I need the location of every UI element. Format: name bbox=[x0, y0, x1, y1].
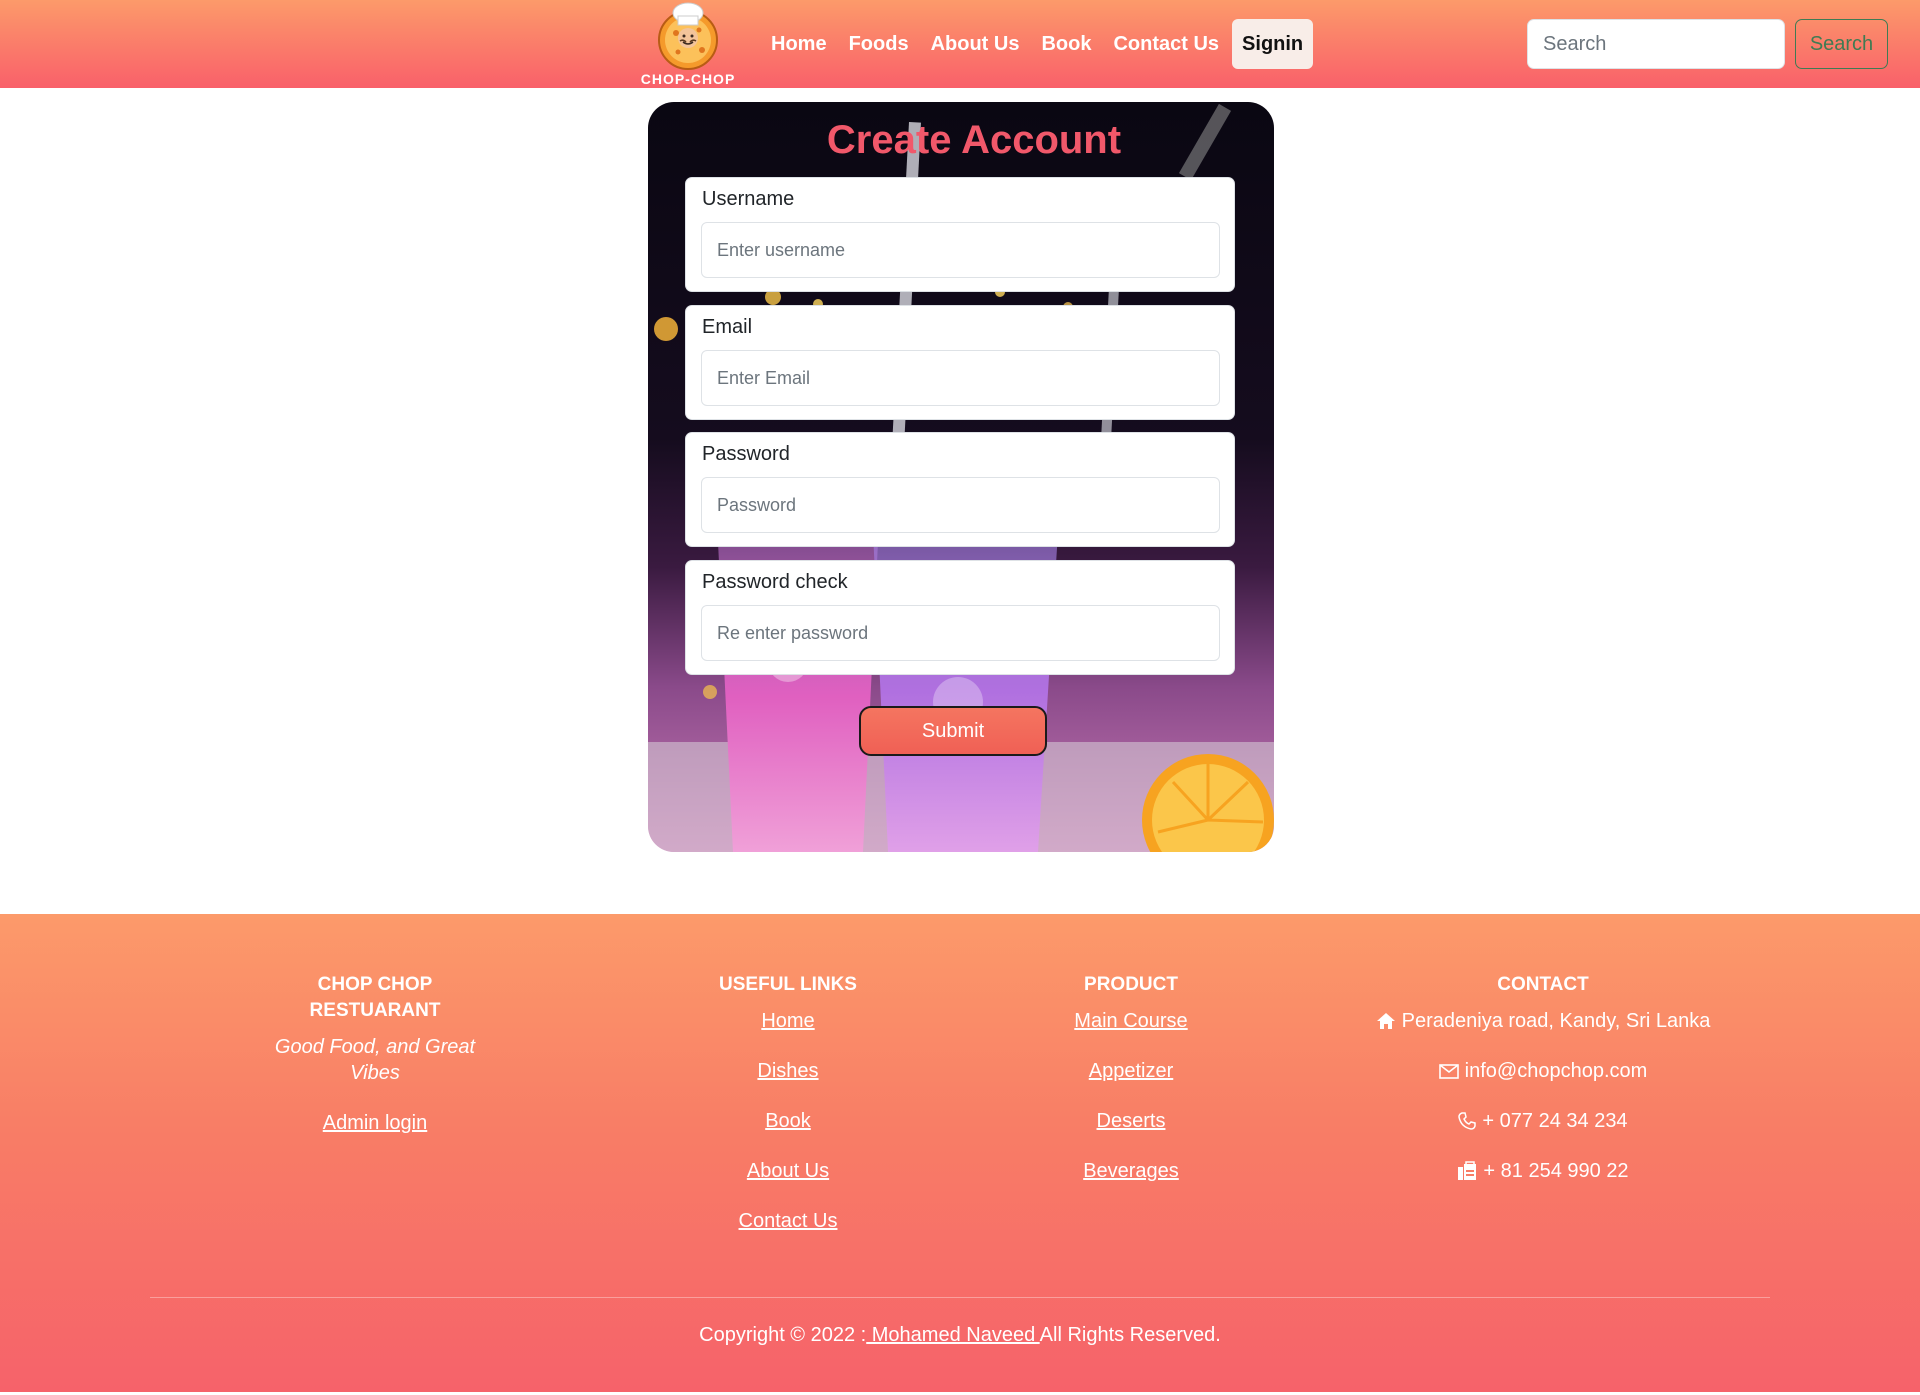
footer-link-dishes[interactable]: Dishes bbox=[688, 1058, 888, 1084]
fax-icon bbox=[1458, 1161, 1477, 1180]
contact-address-text: Peradeniya road, Kandy, Sri Lanka bbox=[1401, 1010, 1711, 1032]
copyright-suffix: All Rights Reserved. bbox=[1039, 1324, 1221, 1346]
nav-link-home[interactable]: Home bbox=[760, 19, 838, 69]
envelope-icon bbox=[1438, 1063, 1459, 1079]
home-icon bbox=[1376, 1013, 1395, 1029]
contact-phone: + 077 24 34 234 bbox=[1343, 1108, 1743, 1134]
search-input[interactable] bbox=[1527, 19, 1785, 69]
footer-product-heading: PRODUCT bbox=[1084, 974, 1178, 995]
nav-link-signin[interactable]: Signin bbox=[1232, 19, 1314, 69]
footer-tagline: Good Food, and Great Vibes bbox=[274, 1036, 476, 1084]
form-title: Create Account bbox=[826, 118, 1122, 162]
contact-phone-text: + 077 24 34 234 bbox=[1482, 1110, 1628, 1132]
search-button[interactable]: Search bbox=[1795, 19, 1888, 69]
footer-divider bbox=[150, 1297, 1770, 1298]
logo-text: CHOP-CHOP bbox=[640, 71, 736, 87]
phone-icon bbox=[1458, 1112, 1477, 1130]
email-input[interactable] bbox=[701, 350, 1220, 406]
contact-fax: + 81 254 990 22 bbox=[1343, 1158, 1743, 1184]
footer-link-appetizer[interactable]: Appetizer bbox=[1031, 1058, 1231, 1084]
footer-brand-heading: CHOP CHOP RESTUARANT bbox=[309, 974, 441, 1021]
username-label: Username bbox=[702, 188, 795, 210]
copyright-prefix: Copyright © 2022 : bbox=[699, 1324, 867, 1346]
contact-email: info@chopchop.com bbox=[1343, 1058, 1743, 1084]
nav-link-book[interactable]: Book bbox=[1030, 19, 1102, 69]
submit-button[interactable]: Submit bbox=[859, 706, 1047, 756]
nav-link-contact-us[interactable]: Contact Us bbox=[1102, 19, 1230, 69]
nav-link-foods[interactable]: Foods bbox=[838, 19, 920, 69]
footer: CHOP CHOP RESTUARANT Good Food, and Grea… bbox=[0, 914, 1920, 1392]
footer-link-contact-us[interactable]: Contact Us bbox=[688, 1208, 888, 1234]
password-check-label: Password check bbox=[702, 571, 848, 593]
footer-link-about-us[interactable]: About Us bbox=[688, 1158, 888, 1184]
contact-fax-text: + 81 254 990 22 bbox=[1483, 1160, 1629, 1182]
copyright: Copyright © 2022 : Mohamed Naveed All Ri… bbox=[0, 1322, 1920, 1348]
password-label: Password bbox=[702, 443, 790, 465]
footer-contact-column: CONTACT Peradeniya road, Kandy, Sri Lank… bbox=[1343, 972, 1743, 1208]
password-check-group: Password check bbox=[685, 560, 1235, 675]
footer-link-main-course[interactable]: Main Course bbox=[1031, 1008, 1231, 1034]
footer-link-book[interactable]: Book bbox=[688, 1108, 888, 1134]
chop-chop-logo[interactable]: CHOP-CHOP bbox=[636, 0, 740, 88]
footer-useful-links-heading: USEFUL LINKS bbox=[719, 974, 857, 995]
email-label: Email bbox=[702, 316, 753, 338]
navbar: CHOP-CHOP Home Foods About Us Book Conta… bbox=[0, 0, 1920, 88]
footer-link-beverages[interactable]: Beverages bbox=[1031, 1158, 1231, 1184]
username-group: Username bbox=[685, 177, 1235, 292]
contact-email-text: info@chopchop.com bbox=[1464, 1060, 1648, 1082]
nav-link-about-us[interactable]: About Us bbox=[920, 19, 1031, 69]
password-group: Password bbox=[685, 432, 1235, 547]
footer-link-home[interactable]: Home bbox=[688, 1008, 888, 1034]
nav-links: Home Foods About Us Book Contact Us Sign… bbox=[760, 19, 1314, 69]
author-link[interactable]: Mohamed Naveed bbox=[866, 1324, 1039, 1346]
password-check-input[interactable] bbox=[701, 605, 1220, 661]
footer-link-deserts[interactable]: Deserts bbox=[1031, 1108, 1231, 1134]
contact-address: Peradeniya road, Kandy, Sri Lanka bbox=[1343, 1008, 1743, 1034]
footer-useful-links-column: USEFUL LINKS Home Dishes Book About Us C… bbox=[688, 972, 888, 1258]
password-input[interactable] bbox=[701, 477, 1220, 533]
username-input[interactable] bbox=[701, 222, 1220, 278]
create-account-card: Create Account Username Email Password P… bbox=[648, 102, 1274, 852]
admin-login-link[interactable]: Admin login bbox=[250, 1110, 500, 1136]
footer-contact-heading: CONTACT bbox=[1497, 974, 1589, 995]
footer-brand-column: CHOP CHOP RESTUARANT Good Food, and Grea… bbox=[250, 972, 500, 1160]
chef-logo-icon bbox=[658, 2, 718, 70]
footer-product-column: PRODUCT Main Course Appetizer Deserts Be… bbox=[1031, 972, 1231, 1208]
email-group: Email bbox=[685, 305, 1235, 420]
